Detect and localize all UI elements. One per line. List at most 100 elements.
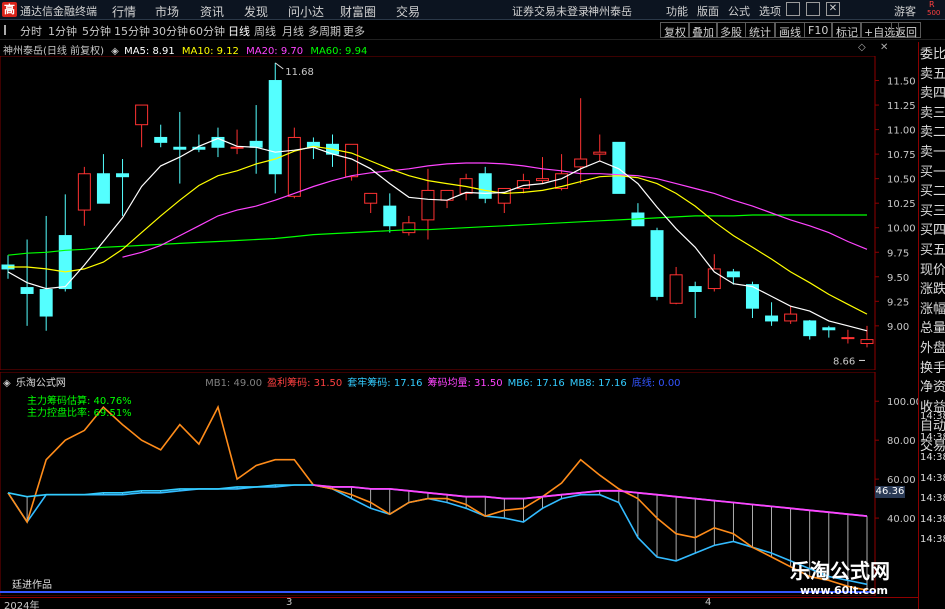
indicator-item-4: MB6: 17.16	[507, 378, 565, 389]
candle-body	[574, 158, 588, 168]
main-ytick-label: 11.25	[887, 101, 916, 112]
side-label-4[interactable]: 卖二	[920, 121, 945, 140]
menu-shichang[interactable]: 市场	[155, 3, 179, 20]
r-badge: R	[929, 0, 935, 9]
menu-jiaoyi[interactable]: 交易	[396, 3, 420, 20]
side-label-12[interactable]: 涨跌	[920, 278, 945, 297]
menu-wenxiaoda[interactable]: 问小达	[288, 3, 324, 20]
side-label-14[interactable]: 总量	[920, 317, 945, 336]
main-chart-settings-icon[interactable]: ◇	[858, 42, 866, 53]
side-label-15[interactable]: 外盘	[920, 337, 945, 356]
candle-body	[364, 192, 378, 204]
candle-body	[803, 320, 817, 337]
toolbar-grip-icon	[4, 25, 10, 35]
candle-body	[173, 146, 187, 150]
candle-body	[39, 289, 53, 317]
candle-body	[688, 286, 702, 292]
side-label-10[interactable]: 买五	[920, 239, 945, 258]
watermark-url: www.60lt.com	[800, 584, 889, 597]
candle-body	[669, 274, 683, 304]
function-button[interactable]: 功能	[666, 3, 688, 19]
candle-body	[96, 173, 110, 204]
fuquan-button[interactable]: 复权	[660, 22, 690, 39]
side-label-3[interactable]: 卖三	[920, 102, 945, 121]
candle-body	[478, 173, 492, 199]
multi-stock-button[interactable]: 多股	[716, 22, 746, 39]
candle-body	[58, 235, 72, 290]
overlay-button[interactable]: 叠加	[688, 22, 718, 39]
candle-body	[726, 271, 740, 278]
tab-60min[interactable]: 60分钟	[189, 23, 225, 39]
trade-login-notice[interactable]: 证券交易未登录	[512, 3, 589, 19]
candlestick-chart[interactable]: 11.50 11.25 11.00 10.75 10.50 10.25 10.00 9.75 9…	[0, 56, 918, 370]
tab-monthly[interactable]: 月线	[282, 23, 304, 39]
stats-button[interactable]: 统计	[745, 22, 775, 39]
profit-chip-line	[7, 404, 868, 591]
date-label-mar: 3	[286, 597, 293, 608]
back-button[interactable]: 返回	[891, 22, 921, 39]
side-label-16[interactable]: 换手	[920, 357, 945, 376]
tab-30min[interactable]: 30分钟	[152, 23, 188, 39]
candle-body	[249, 140, 263, 148]
candle-body	[77, 173, 91, 211]
side-label-11[interactable]: 现价	[920, 259, 945, 278]
layout-button[interactable]: 版面	[697, 3, 719, 19]
tab-daily[interactable]: 日线	[228, 23, 250, 39]
tab-15min[interactable]: 15分钟	[114, 23, 150, 39]
chip-average-line	[313, 484, 868, 517]
menu-caifuquan[interactable]: 财富圈	[340, 3, 376, 20]
tab-multi-period[interactable]: 多周期	[308, 23, 341, 39]
trapped-chip-line	[7, 484, 868, 586]
main-plot-frame	[0, 56, 876, 370]
candle-body	[612, 141, 626, 194]
tab-5min[interactable]: 5分钟	[82, 23, 111, 39]
candle-body	[841, 337, 855, 340]
menu-zixun[interactable]: 资讯	[200, 3, 224, 20]
main-chart-close-icon[interactable]: ✕	[880, 42, 888, 53]
menu-faxian[interactable]: 发现	[244, 3, 268, 20]
tab-1min[interactable]: 1分钟	[48, 23, 77, 39]
menu-hangqing[interactable]: 行情	[112, 3, 136, 20]
candle-body	[765, 315, 779, 322]
formula-button[interactable]: 公式	[728, 3, 750, 19]
close-icon[interactable]: ✕	[826, 2, 840, 16]
date-label-start: 2024年	[4, 601, 40, 609]
candle-body	[135, 104, 149, 126]
side-label-6[interactable]: 买一	[920, 161, 945, 180]
candle-body	[383, 205, 397, 227]
ma-info-line: 神州泰岳(日线 前复权) ◈ MA5: 8.91 MA10: 9.12 MA20…	[0, 42, 367, 57]
maximize-icon[interactable]	[806, 2, 820, 16]
guest-label[interactable]: 游客	[894, 3, 916, 19]
side-label-7[interactable]: 买二	[920, 180, 945, 199]
app-title: 通达信金融终端	[20, 5, 97, 18]
indicator-gear-icon[interactable]: ◈	[3, 378, 11, 389]
side-label-2[interactable]: 卖四	[920, 82, 945, 101]
indicator-item-3: 筹码均量: 31.50	[427, 378, 503, 389]
main-ytick-label: 11.50	[887, 77, 916, 88]
side-label-13[interactable]: 涨幅	[920, 298, 945, 317]
indicator-name: 乐淘公式网	[15, 378, 66, 389]
draw-line-button[interactable]: 画线	[775, 22, 805, 39]
side-label-0[interactable]: 委比	[920, 43, 945, 62]
indicator-chart[interactable]: 100.00 80.00 60.00 40.00	[0, 372, 918, 596]
tab-weekly[interactable]: 周线	[254, 23, 276, 39]
main-control-ratio: 主力控盘比率: 69.51%	[27, 408, 132, 419]
side-label-17[interactable]: 净资	[920, 376, 945, 395]
side-label-5[interactable]: 卖一	[920, 141, 945, 160]
candle-body	[421, 189, 435, 221]
candle-body	[784, 313, 798, 322]
side-label-9[interactable]: 买四	[920, 219, 945, 238]
indicator-item-5: MB8: 17.16	[569, 378, 627, 389]
mark-button[interactable]: 标记	[832, 22, 862, 39]
ma20-line	[122, 162, 868, 258]
candle-body	[287, 136, 301, 197]
candle-body	[650, 230, 664, 297]
side-label-1[interactable]: 卖五	[920, 63, 945, 82]
tab-more[interactable]: 更多	[343, 23, 365, 39]
minimize-icon[interactable]	[786, 2, 800, 16]
tab-fenshi[interactable]: 分时	[20, 23, 42, 39]
side-label-8[interactable]: 买三	[920, 200, 945, 219]
f10-button[interactable]: F10	[804, 22, 833, 38]
ma60-line	[7, 214, 867, 256]
options-button[interactable]: 选项	[759, 3, 781, 19]
